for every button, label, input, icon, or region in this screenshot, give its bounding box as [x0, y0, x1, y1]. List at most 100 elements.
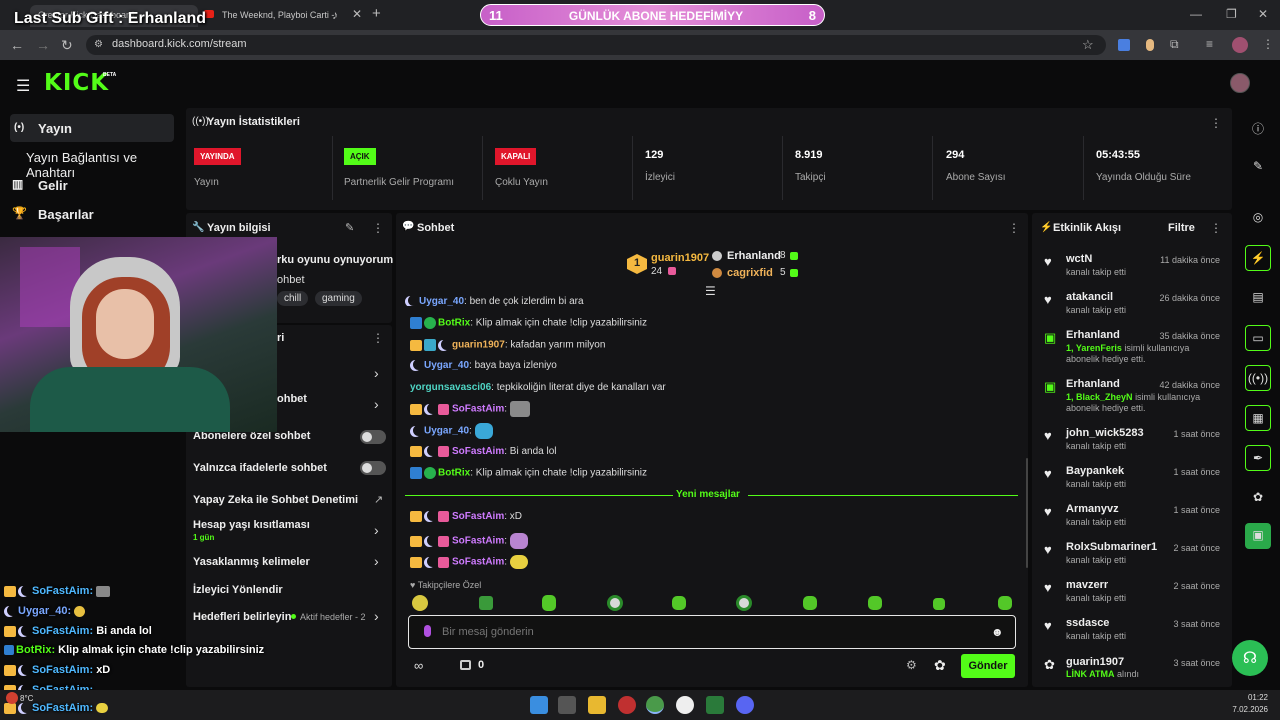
chat-username[interactable]: Uygar_40 [424, 426, 469, 437]
setting-goals[interactable]: Hedefleri belirleyin [193, 611, 291, 623]
weather-icon[interactable] [6, 692, 18, 704]
speaker-icon[interactable]: ♪ [332, 8, 338, 22]
chat-username[interactable]: SoFastAim [452, 446, 504, 457]
reload-icon[interactable]: ↻ [61, 37, 73, 54]
chevron-right-icon[interactable]: › [374, 396, 379, 412]
stream-info-more-icon[interactable]: ⋮ [372, 221, 384, 235]
event-username[interactable]: mavzerr [1066, 579, 1108, 591]
task-view-icon[interactable] [558, 696, 576, 714]
emote-icon[interactable] [803, 596, 817, 610]
chat-username[interactable]: SoFastAim [452, 511, 504, 522]
window-close-icon[interactable]: ✕ [1258, 7, 1268, 21]
setting-raid[interactable]: İzleyici Yönlendir [193, 584, 283, 596]
top-gifter-name[interactable]: guarin1907 [651, 252, 709, 264]
chat-username[interactable]: SoFastAim [452, 404, 504, 415]
event-username[interactable]: Armanyvz [1066, 503, 1119, 515]
event-username[interactable]: john_wick5283 [1066, 427, 1144, 439]
bookmark-star-icon[interactable]: ☆ [1082, 37, 1094, 53]
event-username[interactable]: ssdasce [1066, 617, 1109, 629]
hamburger-menu-icon[interactable]: ☰ [16, 76, 30, 96]
chat-username[interactable]: guarin1907 [452, 340, 505, 351]
emote-icon[interactable] [672, 596, 686, 610]
microphone-icon[interactable] [424, 625, 431, 637]
layout-widget-icon[interactable]: ▦ [1245, 405, 1271, 431]
setting-account-age[interactable]: Hesap yaşı kısıtlaması [193, 519, 310, 531]
event-username[interactable]: Erhanland [1066, 378, 1120, 390]
chat-username[interactable]: SoFastAim [452, 536, 504, 547]
emote-icon[interactable] [868, 596, 882, 610]
extension-icon[interactable] [1146, 39, 1154, 51]
emote-icon[interactable] [479, 596, 493, 610]
github-icon[interactable] [676, 696, 694, 714]
support-headset-icon[interactable]: ☊ [1232, 640, 1268, 676]
chat-more-icon[interactable]: ⋮ [1008, 221, 1020, 235]
chat-username[interactable]: yorgunsavasci06 [410, 382, 491, 393]
chat-settings-gear-icon[interactable]: ⚙ [906, 658, 917, 672]
chat-widget-icon[interactable]: ▭ [1245, 325, 1271, 351]
sidebar-item-achievements[interactable]: 🏆 Başarılar [10, 200, 174, 228]
back-icon[interactable]: ← [10, 37, 24, 53]
stats-more-icon[interactable]: ⋮ [1210, 116, 1222, 130]
chevron-right-icon[interactable]: › [374, 522, 379, 538]
chevron-right-icon[interactable]: › [374, 553, 379, 569]
windows-start-icon[interactable] [530, 696, 548, 714]
tag-gaming[interactable]: gaming [315, 291, 362, 306]
kick-logo[interactable]: KICK [44, 70, 109, 96]
setting-chat-row[interactable]: ohbet [277, 393, 307, 405]
translate-extension-icon[interactable] [1118, 39, 1130, 51]
media-control-icon[interactable]: ≡ [1206, 37, 1213, 51]
terminal-icon[interactable] [706, 696, 724, 714]
browser-tab-youtube[interactable]: The Weeknd, Playboi Carti - Ti [214, 5, 334, 27]
send-button[interactable]: Gönder [961, 654, 1015, 678]
points-widget-icon[interactable]: ✿ [1245, 485, 1271, 511]
close-tab-icon[interactable]: ✕ [352, 7, 362, 21]
emote-icon[interactable] [933, 598, 945, 610]
chat-scrollbar[interactable] [1026, 458, 1028, 568]
event-username[interactable]: RolxSubmariner1 [1066, 541, 1157, 553]
setting-ai-moderation[interactable]: Yapay Zeka ile Sohbet Denetimi [193, 494, 358, 506]
store-icon[interactable] [460, 660, 471, 670]
chat-username[interactable]: SoFastAim [452, 557, 504, 568]
emotes-only-toggle[interactable] [360, 461, 386, 475]
sidebar-item-revenue[interactable]: ▥ Gelir [10, 171, 174, 199]
extensions-puzzle-icon[interactable]: ⧉ [1170, 37, 1179, 52]
discord-icon[interactable] [736, 696, 754, 714]
document-icon[interactable]: ▤ [1245, 285, 1271, 311]
emote-icon[interactable] [607, 595, 623, 611]
emote-menu-icon[interactable]: ✿ [934, 657, 946, 674]
chat-username[interactable]: BotRix [438, 468, 470, 479]
chat-username[interactable]: Uygar_40 [424, 360, 469, 371]
user-avatar[interactable] [1230, 73, 1250, 93]
external-link-icon[interactable]: ↗ [374, 493, 383, 506]
broadcast-widget-icon[interactable]: ((•)) [1245, 365, 1271, 391]
event-username[interactable]: wctN [1066, 253, 1092, 265]
setting-banned-words[interactable]: Yasaklanmış kelimeler [193, 556, 310, 568]
capture-icon[interactable]: ◎ [1245, 205, 1271, 231]
tag-chill[interactable]: chill [277, 291, 309, 306]
event-username[interactable]: guarin1907 [1066, 656, 1124, 668]
maximize-icon[interactable]: ❐ [1226, 7, 1237, 21]
quick-action-icon[interactable]: ⚡ [1245, 245, 1271, 271]
info-icon[interactable]: ⓘ [1245, 115, 1271, 141]
emote-icon[interactable] [736, 595, 752, 611]
profile-avatar-icon[interactable] [1232, 37, 1248, 53]
chrome-icon[interactable] [646, 696, 664, 714]
emote-icon[interactable] [542, 595, 556, 611]
event-feed-more-icon[interactable]: ⋮ [1210, 221, 1222, 235]
browser-menu-icon[interactable]: ⋮ [1262, 37, 1274, 51]
chat-username[interactable]: Uygar_40 [419, 296, 464, 306]
emote-icon[interactable] [998, 596, 1012, 610]
subscribers-only-toggle[interactable] [360, 430, 386, 444]
chat-username[interactable]: BotRix [438, 318, 470, 329]
emoji-picker-icon[interactable]: ☻ [991, 625, 1004, 639]
new-tab-icon[interactable]: + [372, 5, 381, 22]
sidebar-item-stream-key[interactable]: Yayın Bağlantısı ve Anahtarı [10, 143, 184, 180]
edit-icon[interactable]: ✎ [1245, 154, 1271, 180]
channel-points-infinity-icon[interactable]: ∞ [414, 658, 423, 673]
site-info-icon[interactable]: ⚙ [94, 39, 103, 50]
edit-pencil-icon[interactable]: ✎ [345, 221, 354, 234]
event-username[interactable]: atakancil [1066, 291, 1113, 303]
minimize-icon[interactable]: — [1190, 7, 1202, 21]
chat-settings-more-icon[interactable]: ⋮ [372, 331, 384, 345]
gifter-3-name[interactable]: cagrixfid [727, 267, 773, 279]
